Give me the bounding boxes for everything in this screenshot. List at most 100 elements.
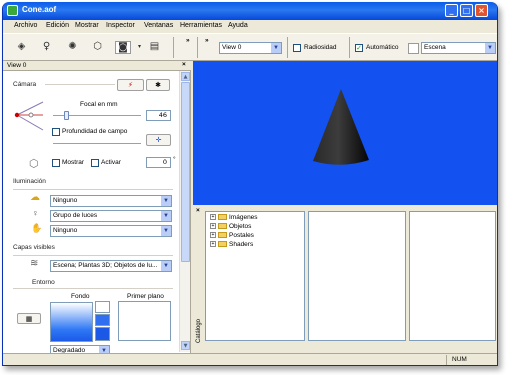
title-bar[interactable]: Cone.aof _ □ × [3,2,497,20]
toolbar-separator [349,37,350,58]
paint-bucket-icon[interactable]: ◈ [15,41,28,54]
escena-select-value: Escena [424,44,446,51]
toolbar-separator [287,37,288,58]
camera-icon[interactable]: ◙ [115,41,131,54]
catalog-preview-pane[interactable] [409,211,496,341]
activar-checkbox[interactable] [91,159,99,167]
view-panel-title: View 0 [7,62,27,69]
catalog-panel: × Catálogo + Imágenes + Objetos + Postales … [193,207,497,353]
close-button[interactable]: × [475,4,488,17]
minimize-button[interactable]: _ [445,4,458,17]
layers-heading: Capas visibles [13,244,55,251]
panel-close-icon[interactable]: × [182,61,186,68]
maximize-button[interactable]: □ [460,4,473,17]
radiosidad-checkbox[interactable] [293,44,301,52]
target-button[interactable]: ✛ [146,134,171,146]
menu-archivo[interactable]: Archivo [14,22,37,29]
cube-icon: ⬡ [29,158,39,170]
primer-plano-preview[interactable] [118,301,171,341]
lighting-select-2[interactable]: Grupo de luces ▼ [50,210,172,222]
menu-herramientas[interactable]: Herramientas [180,22,222,29]
menu-bar: Archivo Edición Mostrar Inspector Ventan… [3,20,497,33]
focal-input[interactable]: 46 [146,110,171,121]
app-icon [7,5,18,16]
menu-ayuda[interactable]: Ayuda [228,22,248,29]
lighting-select-3[interactable]: Ninguno ▼ [50,225,172,237]
automatico-label: Automático [366,44,399,51]
camera-dropdown-arrow-icon[interactable]: ▾ [133,41,146,54]
catalog-tree-pane[interactable]: + Imágenes + Objetos + Postales + Shaders [205,211,305,341]
angle-input[interactable]: 0 [146,157,171,168]
catalog-content-pane[interactable] [308,211,406,341]
catalog-close-icon[interactable]: × [196,207,200,214]
tree-item-postales[interactable]: + Postales [210,232,254,241]
catalog-side-label: Catálogo [196,318,203,344]
toolbar-chevron[interactable]: » [205,37,209,44]
chevron-down-icon: ▼ [161,196,171,206]
sun-cloud-icon: ☁ [30,192,40,203]
activar-label: Activar [101,159,121,166]
toolbar-separator [173,37,174,58]
status-divider [446,355,447,365]
tree-item-objetos[interactable]: + Objetos [210,223,251,232]
menu-ventanas[interactable]: Ventanas [144,22,173,29]
view-select-value: View 0 [222,44,242,51]
3d-viewport[interactable] [193,61,497,205]
bulb-icon: ♀ [32,208,39,218]
scroll-down-icon[interactable]: ▼ [181,341,190,350]
menu-edicion[interactable]: Edición [46,22,69,29]
cube-icon[interactable]: ⬡ [91,41,104,54]
lighting-heading: Iluminación [13,178,46,185]
degree-symbol: ° [173,156,176,163]
lighting-select-2-value: Grupo de luces [53,212,98,219]
folder-icon [218,232,227,239]
fondo-gradient-preview[interactable] [50,302,93,342]
dof-checkbox[interactable] [52,128,60,136]
hand-icon: ✋ [31,223,43,233]
dof-slider-track[interactable] [53,143,141,144]
chevron-down-icon: ▼ [161,261,171,271]
tree-item-shaders[interactable]: + Shaders [210,241,253,250]
status-bar: NUM [3,353,497,365]
divider [13,189,173,190]
menu-mostrar[interactable]: Mostrar [75,22,99,29]
toolbar-chevron[interactable]: » [186,37,190,44]
escena-select[interactable]: Escena ▼ [421,42,496,54]
application-window: Cone.aof _ □ × Archivo Edición Mostrar I… [2,2,498,366]
lightbulb-icon[interactable]: ♀ [40,41,53,54]
divider [13,255,173,256]
document-icon[interactable]: ▤ [148,41,161,54]
tree-item-imagenes[interactable]: + Imágenes [210,214,258,223]
focal-slider-thumb[interactable] [64,111,69,120]
camera-settings-button[interactable]: ✱ [146,79,170,91]
scrollbar-thumb[interactable] [181,82,190,262]
sun-icon[interactable]: ✺ [66,41,79,54]
chevron-down-icon: ▼ [161,226,171,236]
view-select[interactable]: View 0 ▼ [219,42,282,54]
environment-preset-button[interactable]: ▦ [17,313,41,324]
layers-select[interactable]: Escena; Plantas 3D; Objetos de lu... ▼ [50,260,172,272]
automatico-checkbox[interactable]: ✓ [355,44,363,52]
fondo-label: Fondo [71,293,90,300]
escena-color-swatch[interactable] [408,43,419,54]
folder-icon [218,241,227,248]
radiosidad-label: Radiosidad [304,44,337,51]
primer-plano-label: Primer plano [127,293,164,300]
lighting-select-3-value: Ninguno [53,227,78,234]
fondo-mid-color[interactable] [95,314,110,326]
camera-style-button[interactable]: ⚡ [117,79,144,91]
num-lock-indicator: NUM [452,356,467,363]
mostrar-checkbox[interactable] [52,159,60,167]
chevron-down-icon: ▼ [485,43,495,53]
lighting-select-1[interactable]: Ninguno ▼ [50,195,172,207]
menu-inspector[interactable]: Inspector [106,22,135,29]
fondo-bottom-color[interactable] [95,327,110,341]
cone-object[interactable] [193,61,497,205]
folder-icon [218,223,227,230]
scroll-up-icon[interactable]: ▲ [181,72,190,81]
fondo-top-color[interactable] [95,301,110,313]
divider [13,288,173,289]
window-title: Cone.aof [22,5,57,14]
chevron-down-icon: ▼ [161,211,171,221]
panel-scrollbar[interactable]: ▲ ▼ [179,71,190,352]
